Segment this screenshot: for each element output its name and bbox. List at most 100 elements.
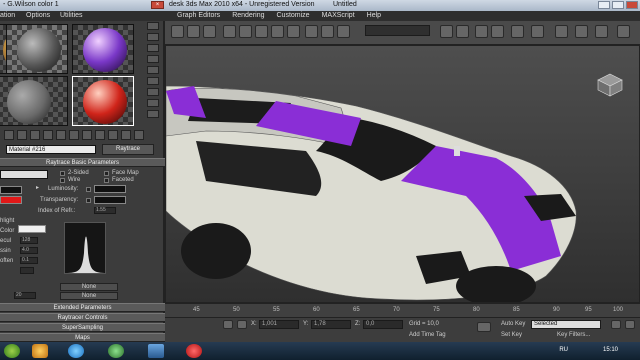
ior-spinner[interactable]: 1.55 xyxy=(94,207,116,214)
luminosity-swatch[interactable] xyxy=(94,185,126,193)
options-icon[interactable] xyxy=(147,88,159,96)
extra-spinner[interactable] xyxy=(20,267,34,274)
backlight-icon[interactable] xyxy=(147,33,159,41)
play-icon[interactable] xyxy=(611,320,621,329)
material-editor-icon[interactable] xyxy=(531,25,544,38)
ambient-swatch[interactable] xyxy=(0,186,22,194)
luminosity-checkbox[interactable] xyxy=(86,187,91,192)
record-icon[interactable] xyxy=(186,344,202,358)
transform-mode-icon[interactable] xyxy=(237,320,247,329)
video-check-icon[interactable] xyxy=(147,66,159,74)
material-navigator-icon[interactable] xyxy=(147,110,159,118)
rollout-maps[interactable]: Maps xyxy=(0,333,165,342)
reset-icon[interactable] xyxy=(43,130,53,140)
map-none-button[interactable]: None xyxy=(60,283,118,291)
unique-icon[interactable] xyxy=(69,130,79,140)
material-slot-active[interactable] xyxy=(72,76,134,126)
menu-utilities[interactable]: Utilities xyxy=(60,12,83,19)
material-slot[interactable] xyxy=(0,76,68,126)
transparency-swatch[interactable] xyxy=(94,196,126,204)
effects-channel-icon[interactable] xyxy=(95,130,105,140)
diffuse-swatch[interactable] xyxy=(0,196,22,204)
go-to-parent-icon[interactable] xyxy=(134,130,144,140)
auto-key-button[interactable]: Auto Key xyxy=(501,321,525,327)
two-sided-checkbox[interactable] xyxy=(60,171,65,176)
key-filters-button[interactable]: Key Filters... xyxy=(557,332,590,338)
close-button[interactable] xyxy=(626,1,638,9)
scale-icon[interactable] xyxy=(287,25,300,38)
map-none-button-2[interactable]: None xyxy=(60,292,118,300)
render-setup-icon[interactable] xyxy=(555,25,568,38)
mirror-icon[interactable] xyxy=(440,25,453,38)
select-by-material-icon[interactable] xyxy=(147,99,159,107)
show-end-result-icon[interactable] xyxy=(121,130,131,140)
soften-spinner[interactable]: 0.1 xyxy=(20,257,38,264)
menu-maxscript[interactable]: MAXScript xyxy=(316,11,361,21)
curve-editor-icon[interactable] xyxy=(491,25,504,38)
maximize-button[interactable] xyxy=(612,1,624,9)
viewcube[interactable] xyxy=(595,72,625,98)
uv-tiling-icon[interactable] xyxy=(147,55,159,63)
show-map-icon[interactable] xyxy=(108,130,118,140)
angle-snap-icon[interactable] xyxy=(321,25,334,38)
bind-icon[interactable] xyxy=(203,25,216,38)
lock-icon[interactable] xyxy=(223,320,233,329)
key-icon[interactable] xyxy=(477,322,491,332)
clock[interactable]: 15:10 xyxy=(603,347,618,353)
start-button-icon[interactable] xyxy=(4,344,20,358)
align-icon[interactable] xyxy=(456,25,469,38)
close-icon[interactable]: × xyxy=(151,1,164,9)
selection-set-dropdown[interactable] xyxy=(365,25,430,36)
assign-material-icon[interactable] xyxy=(30,130,40,140)
layer-icon[interactable] xyxy=(475,25,488,38)
select-by-name-icon[interactable] xyxy=(239,25,252,38)
specular-color-swatch[interactable] xyxy=(18,225,46,233)
menu-options[interactable]: Options xyxy=(26,12,50,19)
material-type-button[interactable]: Raytrace xyxy=(102,144,154,155)
material-name-field[interactable]: Material #216 xyxy=(6,145,96,154)
render-icon[interactable] xyxy=(595,25,608,38)
rollout-raytracer-controls[interactable]: Raytracer Controls xyxy=(0,313,165,322)
snap-icon[interactable] xyxy=(305,25,318,38)
add-time-tag[interactable]: Add Time Tag xyxy=(409,332,446,338)
menu-help[interactable]: Help xyxy=(361,11,387,21)
rollout-extended[interactable]: Extended Parameters xyxy=(0,303,165,312)
media-icon[interactable] xyxy=(108,344,124,358)
background-icon[interactable] xyxy=(147,44,159,52)
link-icon[interactable] xyxy=(171,25,184,38)
z-coordinate-field[interactable]: 0,0 xyxy=(363,320,403,329)
monitor-icon[interactable] xyxy=(148,344,164,358)
move-icon[interactable] xyxy=(255,25,268,38)
menu-graph-editors[interactable]: Graph Editors xyxy=(171,11,226,21)
put-to-scene-icon[interactable] xyxy=(17,130,27,140)
faceted-checkbox[interactable] xyxy=(104,178,109,183)
face-map-checkbox[interactable] xyxy=(104,171,109,176)
sample-type-icon[interactable] xyxy=(147,22,159,30)
rotate-icon[interactable] xyxy=(271,25,284,38)
set-key-button[interactable]: Set Key xyxy=(501,332,522,338)
minimize-button[interactable] xyxy=(598,1,610,9)
material-slot[interactable] xyxy=(72,24,134,74)
shading-dropdown[interactable] xyxy=(0,170,48,179)
skype-icon[interactable] xyxy=(68,344,84,358)
put-to-library-icon[interactable] xyxy=(82,130,92,140)
rollout-supersampling[interactable]: SuperSampling xyxy=(0,323,165,332)
transparency-checkbox[interactable] xyxy=(86,198,91,203)
perspective-viewport[interactable] xyxy=(165,45,640,303)
copy-icon[interactable] xyxy=(56,130,66,140)
language-indicator[interactable]: RU xyxy=(559,347,568,353)
gloss-spinner[interactable]: 4.0 xyxy=(20,247,38,254)
render-frame-icon[interactable] xyxy=(575,25,588,38)
material-slot[interactable] xyxy=(6,24,68,74)
select-icon[interactable] xyxy=(223,25,236,38)
menu-rendering[interactable]: Rendering xyxy=(226,11,270,21)
bump-amount-spinner[interactable]: 20 xyxy=(14,292,36,299)
menu-navigation[interactable]: ation xyxy=(0,12,15,19)
menu-customize[interactable]: Customize xyxy=(271,11,316,21)
spec-level-spinner[interactable]: 128 xyxy=(20,237,38,244)
folder-icon[interactable] xyxy=(32,344,48,358)
percent-snap-icon[interactable] xyxy=(337,25,350,38)
render-production-icon[interactable] xyxy=(617,25,630,38)
make-preview-icon[interactable] xyxy=(147,77,159,85)
get-material-icon[interactable] xyxy=(4,130,14,140)
